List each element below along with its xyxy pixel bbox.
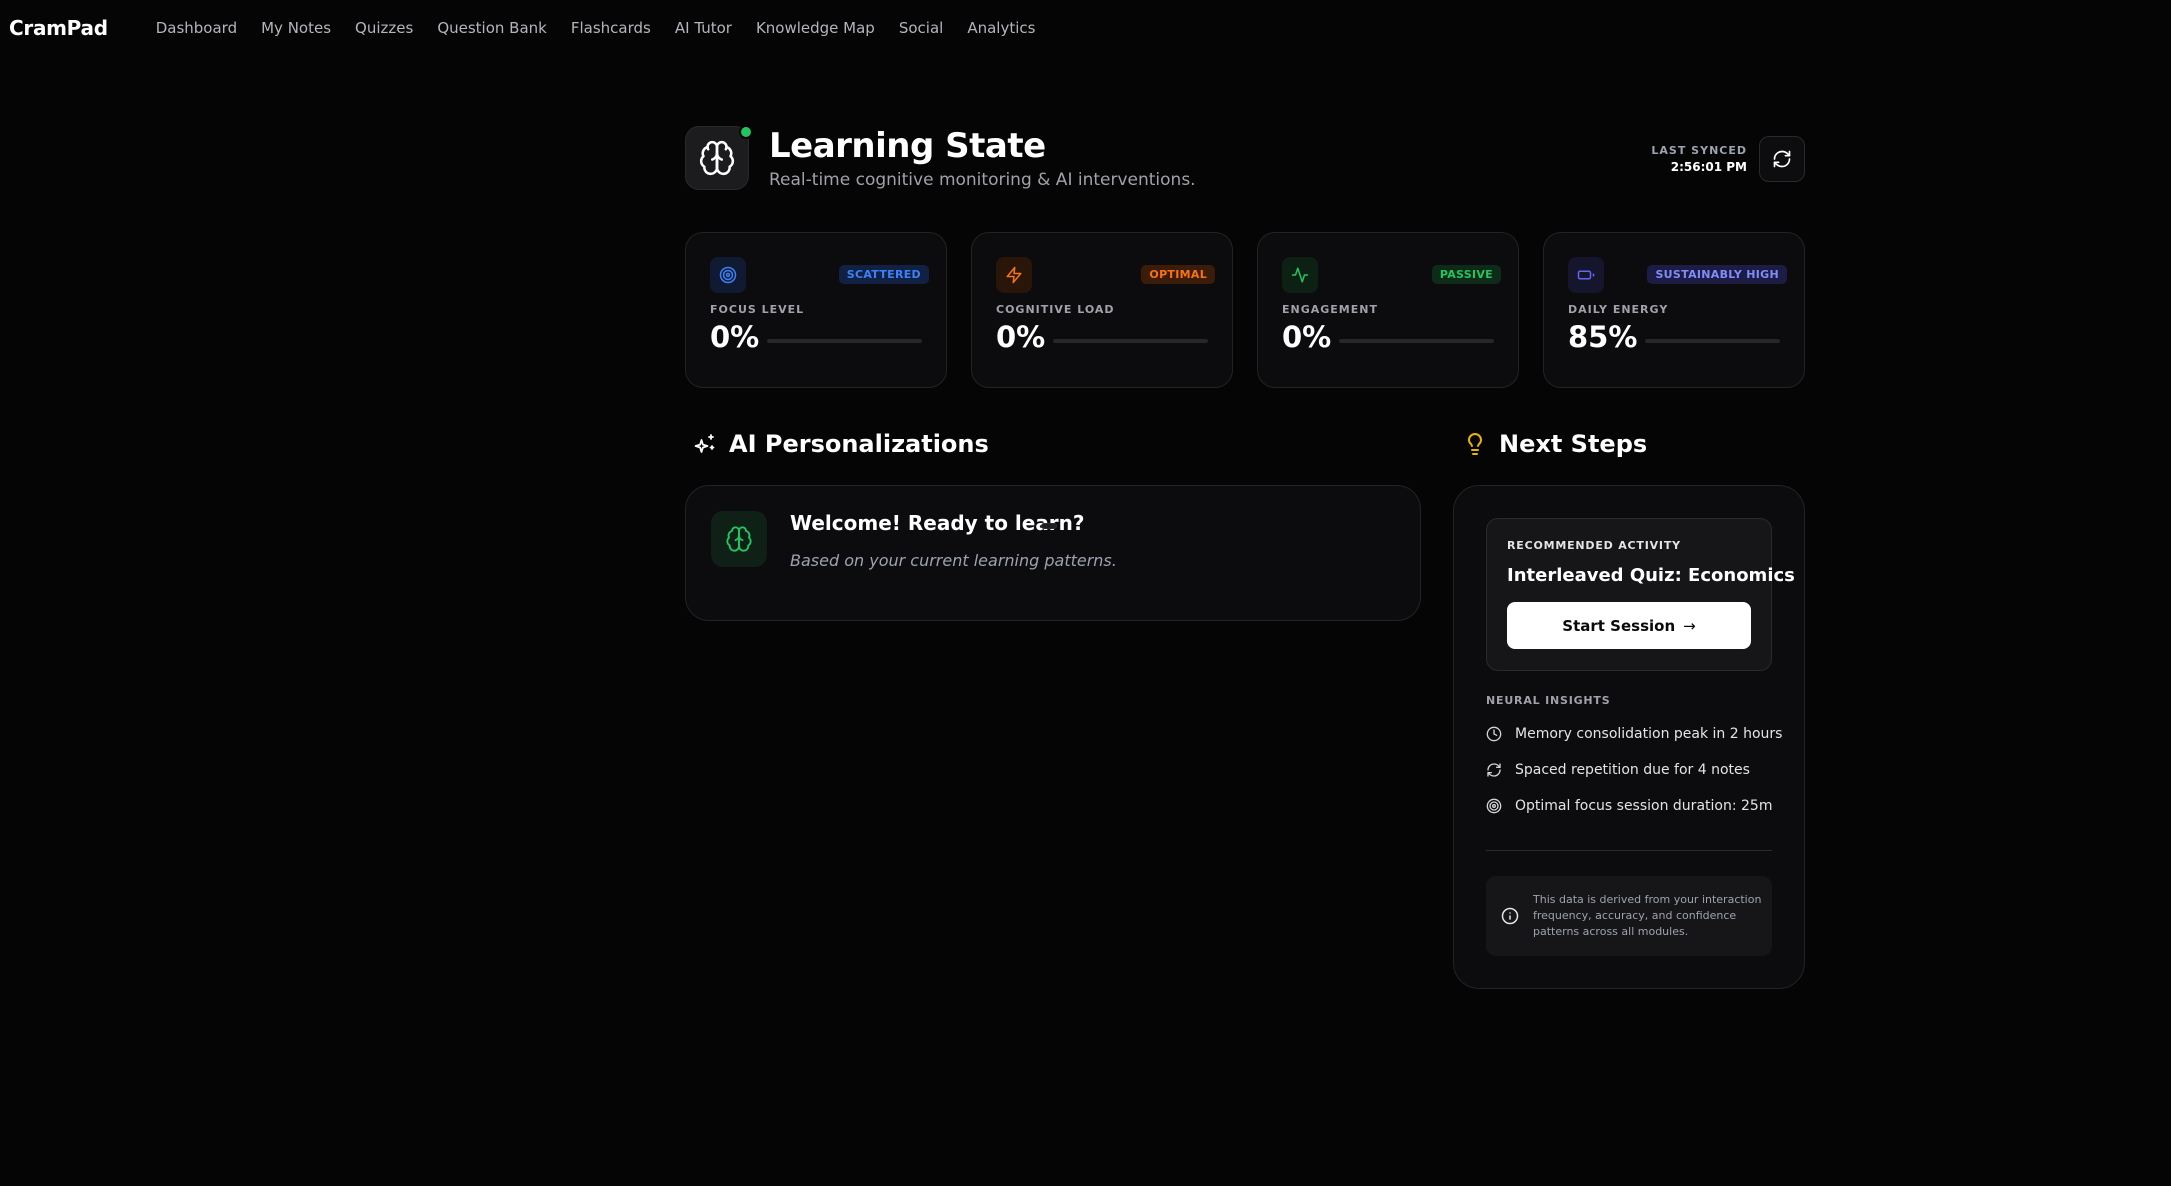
cognitive-load-card: OPTIMAL COGNITIVE LOAD 0% (971, 232, 1233, 388)
card-title: Welcome! Ready to learn? (790, 511, 1085, 535)
target-icon (719, 266, 737, 284)
brand-logo[interactable]: CramPad (9, 16, 108, 40)
daily-energy-card: SUSTAINABLY HIGH DAILY ENERGY 85% (1543, 232, 1805, 388)
progress-bar (767, 339, 922, 343)
top-nav: CramPad Dashboard My Notes Quizzes Quest… (0, 0, 2171, 56)
neural-insights-label: NEURAL INSIGHTS (1486, 694, 1611, 707)
last-synced-label: LAST SYNCED (1651, 144, 1747, 157)
info-text: This data is derived from your interacti… (1533, 893, 1762, 938)
insight-item: Optimal focus session duration: 25m (1486, 798, 1772, 814)
nav-link-flashcards[interactable]: Flashcards (571, 19, 651, 37)
stat-value: 0% (1282, 320, 1332, 354)
status-badge: OPTIMAL (1141, 265, 1215, 284)
page-header: Learning State Real-time cognitive monit… (685, 125, 1805, 192)
status-badge: PASSIVE (1431, 265, 1501, 284)
status-badge: SCATTERED (838, 265, 929, 284)
last-synced-time: 2:56:01 PM (1670, 160, 1747, 174)
next-steps-card: RECOMMENDED ACTIVITY Interleaved Quiz: E… (1453, 485, 1805, 989)
activity-icon (1291, 267, 1309, 283)
main-content: Learning State Real-time cognitive monit… (685, 125, 1805, 989)
section-title: Next Steps (1499, 430, 1648, 458)
stat-value: 85% (1568, 320, 1638, 354)
refresh-icon (1487, 763, 1501, 777)
progress-bar (1339, 339, 1494, 343)
focus-level-card: SCATTERED FOCUS LEVEL 0% (685, 232, 947, 388)
nav-link-analytics[interactable]: Analytics (967, 19, 1035, 37)
stat-icon-box (996, 257, 1032, 293)
info-icon (1501, 907, 1519, 925)
stat-label: ENGAGEMENT (1282, 303, 1378, 316)
arrow-right-icon: → (1683, 616, 1696, 635)
section-title: AI Personalizations (729, 430, 989, 458)
stat-value: 0% (996, 320, 1046, 354)
sync-status: LAST SYNCED 2:56:01 PM (1651, 136, 1805, 182)
next-steps-heading: Next Steps (1463, 430, 1647, 458)
recommended-activity: RECOMMENDED ACTIVITY Interleaved Quiz: E… (1486, 518, 1795, 671)
clock-icon (1486, 726, 1502, 742)
stat-icon-box (1282, 257, 1318, 293)
engagement-card: PASSIVE ENGAGEMENT 0% (1257, 232, 1519, 388)
stat-label: DAILY ENERGY (1568, 303, 1669, 316)
nav-link-social[interactable]: Social (899, 19, 943, 37)
brain-icon (699, 140, 735, 176)
insight-item: Spaced repetition due for 4 notes (1486, 762, 1750, 778)
nav-link-ai-tutor[interactable]: AI Tutor (675, 19, 732, 37)
online-status-dot (739, 125, 753, 139)
refresh-icon (1773, 150, 1791, 168)
insight-item: Memory consolidation peak in 2 hours (1486, 726, 1782, 742)
insight-text: Memory consolidation peak in 2 hours (1515, 726, 1783, 742)
brain-icon-box (711, 511, 767, 567)
lightbulb-icon (1468, 433, 1482, 455)
brain-icon (726, 526, 752, 552)
battery-icon (1577, 270, 1595, 280)
divider (1486, 850, 1772, 851)
sparkles-icon (694, 434, 715, 453)
nav-link-my-notes[interactable]: My Notes (261, 19, 331, 37)
personalization-card: Welcome! Ready to learn? Based on your c… (685, 485, 1421, 621)
nav-link-question-bank[interactable]: Question Bank (437, 19, 547, 37)
info-note: This data is derived from your interacti… (1486, 876, 1772, 956)
card-description: Based on your current learning patterns. (790, 551, 1117, 570)
tag-pill (1041, 523, 1057, 529)
stat-value: 0% (710, 320, 760, 354)
nav-link-quizzes[interactable]: Quizzes (355, 19, 413, 37)
ai-personalizations-heading: AI Personalizations (693, 430, 989, 458)
page-subtitle: Real-time cognitive monitoring & AI inte… (769, 170, 1196, 190)
start-session-button[interactable]: Start Session → (1507, 602, 1751, 649)
start-session-label: Start Session (1562, 616, 1676, 635)
stat-label: COGNITIVE LOAD (996, 303, 1115, 316)
progress-bar (1053, 339, 1208, 343)
insight-text: Spaced repetition due for 4 notes (1515, 762, 1750, 778)
recommended-title: Interleaved Quiz: Economics (1507, 565, 1795, 586)
insight-text: Optimal focus session duration: 25m (1515, 798, 1773, 814)
stats-row: SCATTERED FOCUS LEVEL 0% OPTIMAL COGNITI… (685, 232, 1805, 388)
target-icon (1486, 798, 1502, 814)
nav-link-knowledge-map[interactable]: Knowledge Map (756, 19, 875, 37)
stat-label: FOCUS LEVEL (710, 303, 805, 316)
status-badge: SUSTAINABLY HIGH (1647, 265, 1787, 284)
refresh-button[interactable] (1759, 136, 1805, 182)
progress-bar (1645, 339, 1780, 343)
nav-links: Dashboard My Notes Quizzes Question Bank… (156, 19, 1060, 37)
zap-icon (1006, 266, 1022, 284)
page-title: Learning State (769, 126, 1046, 166)
recommended-label: RECOMMENDED ACTIVITY (1507, 539, 1681, 552)
nav-link-dashboard[interactable]: Dashboard (156, 19, 237, 37)
stat-icon-box (710, 257, 746, 293)
stat-icon-box (1568, 257, 1604, 293)
